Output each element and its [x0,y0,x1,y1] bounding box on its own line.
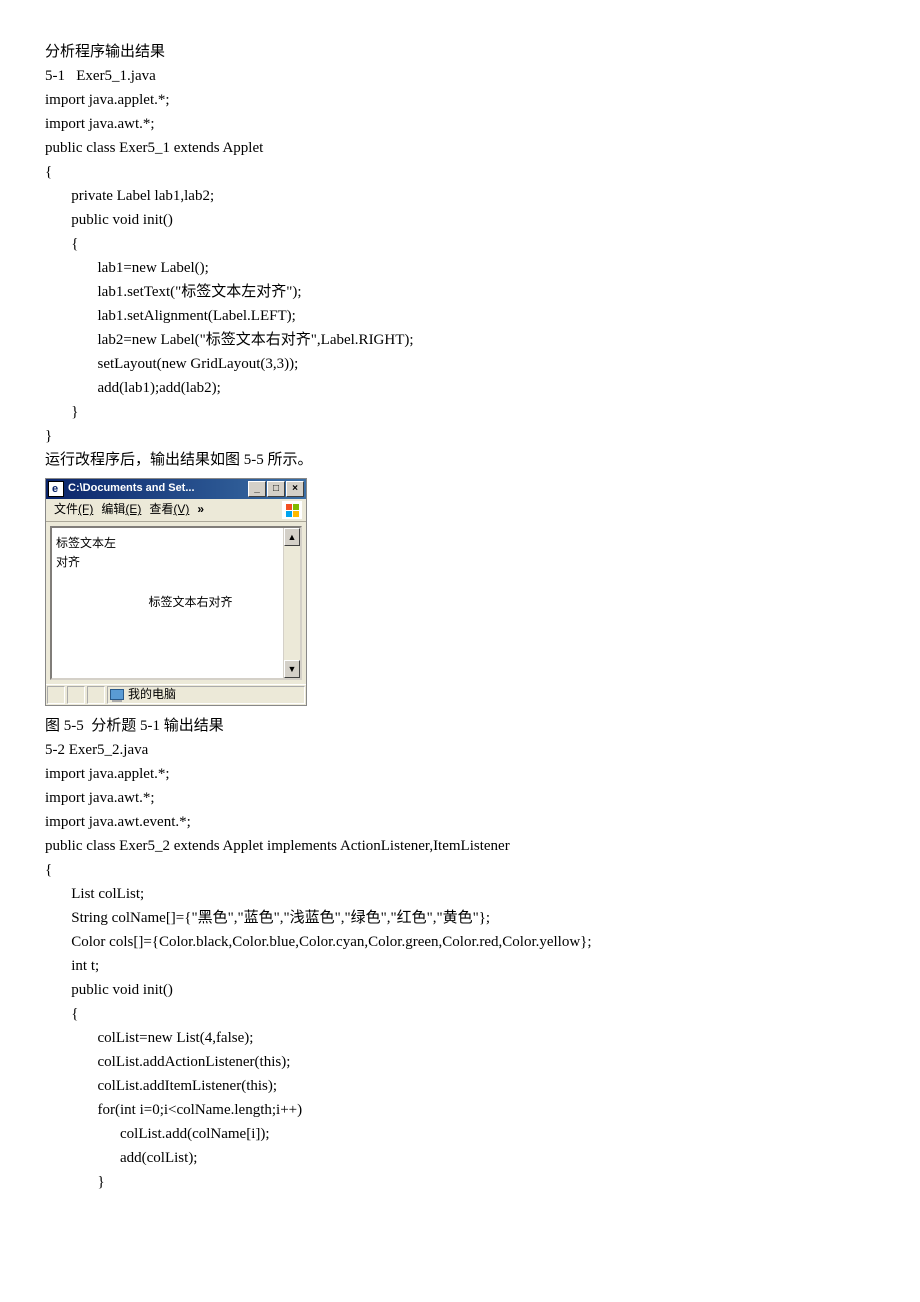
code-line: List colList; [45,882,875,906]
code-line: lab2=new Label("标签文本右对齐",Label.RIGHT); [45,328,875,352]
code-line: import java.applet.*; [45,88,875,112]
code-line: lab1=new Label(); [45,256,875,280]
code-line: { [45,858,875,882]
maximize-button[interactable]: □ [267,481,285,497]
menu-edit[interactable]: 编辑(E) [97,500,145,519]
status-segment [87,686,105,704]
code-line: import java.awt.*; [45,786,875,810]
code-line: lab1.setText("标签文本左对齐"); [45,280,875,304]
code-line: public void init() [45,978,875,1002]
run-result-text: 运行改程序后，输出结果如图 5-5 所示。 [45,448,875,472]
code-line: { [45,232,875,256]
applet-content: 标签文本左对齐 标签文本右对齐 ▲ ▼ [50,526,302,680]
code-line: colList.addItemListener(this); [45,1074,875,1098]
code-line: import java.applet.*; [45,762,875,786]
code-line: { [45,160,875,184]
code-line: colList=new List(4,false); [45,1026,875,1050]
code-line: public void init() [45,208,875,232]
status-segment [67,686,85,704]
code-line: add(colList); [45,1146,875,1170]
code-line: public class Exer5_2 extends Applet impl… [45,834,875,858]
minimize-button[interactable]: _ [248,481,266,497]
scroll-up-button[interactable]: ▲ [284,528,300,546]
windows-logo-icon [282,501,302,519]
computer-icon [110,689,124,701]
menu-more[interactable]: » [193,500,208,519]
ie-icon [48,481,64,497]
code-line: for(int i=0;i<colName.length;i++) [45,1098,875,1122]
scroll-down-button[interactable]: ▼ [284,660,300,678]
menu-file[interactable]: 文件(F) [50,500,97,519]
example-1-title: 5-1 Exer5_1.java [45,64,875,88]
code-line: lab1.setAlignment(Label.LEFT); [45,304,875,328]
code-line: import java.awt.*; [45,112,875,136]
statusbar: 我的电脑 [46,684,306,705]
example-2-title: 5-2 Exer5_2.java [45,738,875,762]
code-line: public class Exer5_1 extends Applet [45,136,875,160]
figure-caption: 图 5-5 分析题 5-1 输出结果 [45,714,875,738]
code-line: { [45,1002,875,1026]
grid-cell-label-right: 标签文本右对齐 [52,578,283,628]
section-heading: 分析程序输出结果 [45,40,875,64]
code-line: colList.add(colName[i]); [45,1122,875,1146]
menubar: 文件(F) 编辑(E) 查看(V) » [46,499,306,522]
vertical-scrollbar[interactable]: ▲ ▼ [283,528,300,678]
code-line: Color cols[]={Color.black,Color.blue,Col… [45,930,875,954]
scroll-track[interactable] [284,546,300,660]
code-line: } [45,400,875,424]
applet-window: C:\Documents and Set... _ □ × 文件(F) 编辑(E… [45,478,307,706]
grid-cell-label-left: 标签文本左对齐 [52,528,129,578]
code-line: import java.awt.event.*; [45,810,875,834]
code-line: } [45,424,875,448]
window-title: C:\Documents and Set... [68,480,247,498]
close-button[interactable]: × [286,481,304,497]
status-text: 我的电脑 [128,685,176,704]
status-main: 我的电脑 [107,686,305,704]
menu-view[interactable]: 查看(V) [145,500,193,519]
code-line: String colName[]={"黑色","蓝色","浅蓝色","绿色","… [45,906,875,930]
code-line: add(lab1);add(lab2); [45,376,875,400]
code-line: private Label lab1,lab2; [45,184,875,208]
status-segment [47,686,65,704]
code-line: } [45,1170,875,1194]
code-line: int t; [45,954,875,978]
code-line: colList.addActionListener(this); [45,1050,875,1074]
titlebar[interactable]: C:\Documents and Set... _ □ × [46,479,306,499]
code-line: setLayout(new GridLayout(3,3)); [45,352,875,376]
